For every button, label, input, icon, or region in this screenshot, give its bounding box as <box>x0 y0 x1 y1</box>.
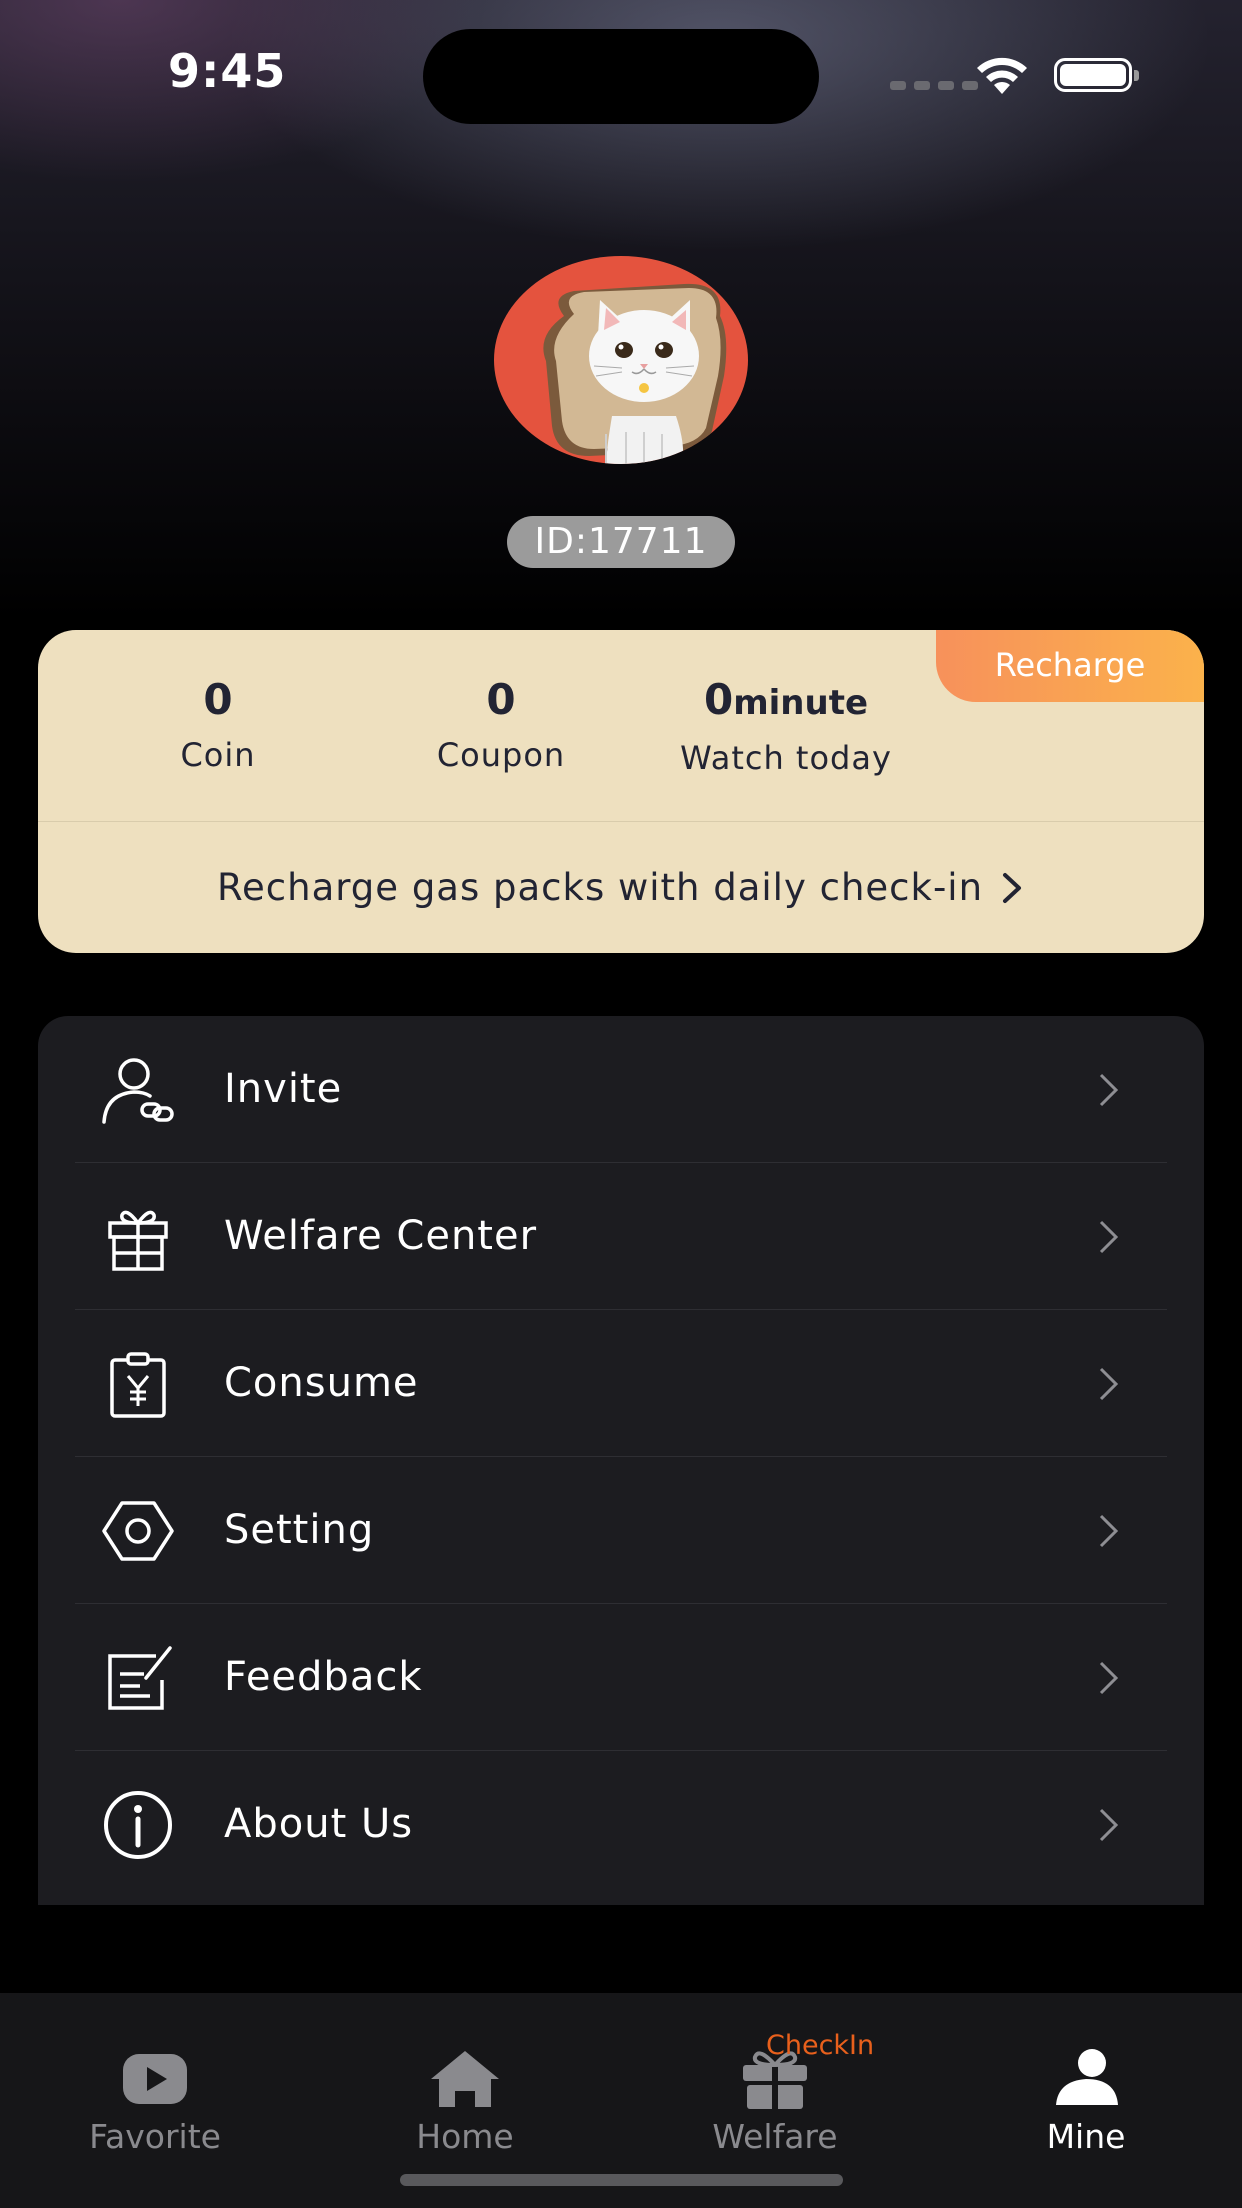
invite-icon <box>102 1058 174 1124</box>
checkin-badge: CheckIn <box>766 2030 875 2061</box>
chevron-right-icon <box>1099 1367 1119 1401</box>
menu-item-feedback[interactable]: Feedback <box>38 1604 1204 1751</box>
menu-item-label: Feedback <box>224 1654 423 1700</box>
chevron-right-icon <box>1099 1220 1119 1254</box>
menu-item-label: Setting <box>224 1507 375 1553</box>
coupon-stat[interactable]: 0 Coupon <box>388 674 614 774</box>
tab-label: Mine <box>1046 2117 1126 2156</box>
chevron-right-icon <box>1099 1808 1119 1842</box>
watch-today-stat: 0minute Watch today <box>630 674 942 777</box>
cellular-signal-icon <box>890 81 978 90</box>
chevron-right-icon <box>1099 1514 1119 1548</box>
dynamic-island <box>423 29 819 124</box>
menu-item-about-us[interactable]: About Us <box>38 1751 1204 1898</box>
gear-icon <box>102 1501 174 1561</box>
coupon-label: Coupon <box>436 736 566 774</box>
chevron-right-icon <box>1099 1073 1119 1107</box>
menu-item-consume[interactable]: Consume <box>38 1310 1204 1457</box>
watch-unit: minute <box>733 683 869 723</box>
menu-item-label: About Us <box>224 1801 414 1847</box>
coin-stat[interactable]: 0 Coin <box>108 674 328 774</box>
status-time: 9:45 <box>168 44 287 98</box>
recharge-button[interactable]: Recharge <box>936 630 1204 702</box>
menu-item-setting[interactable]: Setting <box>38 1457 1204 1604</box>
cat-toast-avatar-icon <box>543 283 727 464</box>
yen-receipt-icon <box>110 1352 166 1418</box>
tab-label: Favorite <box>89 2117 221 2156</box>
chevron-right-icon <box>1099 1661 1119 1695</box>
menu-list: Invite Welfare Center Consume Setting Fe… <box>38 1016 1204 1905</box>
menu-item-welfare-center[interactable]: Welfare Center <box>38 1163 1204 1310</box>
gift-icon <box>108 1210 168 1271</box>
chevron-right-icon <box>1003 872 1022 903</box>
wallet-card: Recharge 0 Coin 0 Coupon 0minute Watch t… <box>38 630 1204 953</box>
menu-item-label: Consume <box>224 1360 419 1406</box>
menu-item-invite[interactable]: Invite <box>38 1016 1204 1163</box>
checkin-text: Recharge gas packs with daily check-in <box>216 866 984 909</box>
info-icon <box>104 1791 172 1859</box>
wifi-icon <box>977 57 1027 94</box>
coin-value: 0 <box>203 675 233 724</box>
avatar[interactable] <box>494 256 748 464</box>
watch-label: Watch today <box>680 739 892 777</box>
daily-checkin-banner[interactable]: Recharge gas packs with daily check-in <box>38 822 1204 953</box>
menu-item-label: Invite <box>224 1066 343 1112</box>
edit-note-icon <box>108 1646 172 1710</box>
tab-label: Home <box>416 2117 514 2156</box>
play-icon <box>123 2054 187 2104</box>
user-id-badge: ID:17711 <box>507 516 735 568</box>
coupon-value: 0 <box>486 675 516 724</box>
coin-label: Coin <box>180 736 256 774</box>
home-indicator <box>400 2174 843 2186</box>
home-icon <box>431 2051 499 2107</box>
person-icon <box>1056 2049 1118 2105</box>
menu-item-label: Welfare Center <box>224 1213 538 1259</box>
battery-icon <box>1054 58 1139 92</box>
tab-label: Welfare <box>712 2117 838 2156</box>
watch-value: 0 <box>703 675 734 724</box>
